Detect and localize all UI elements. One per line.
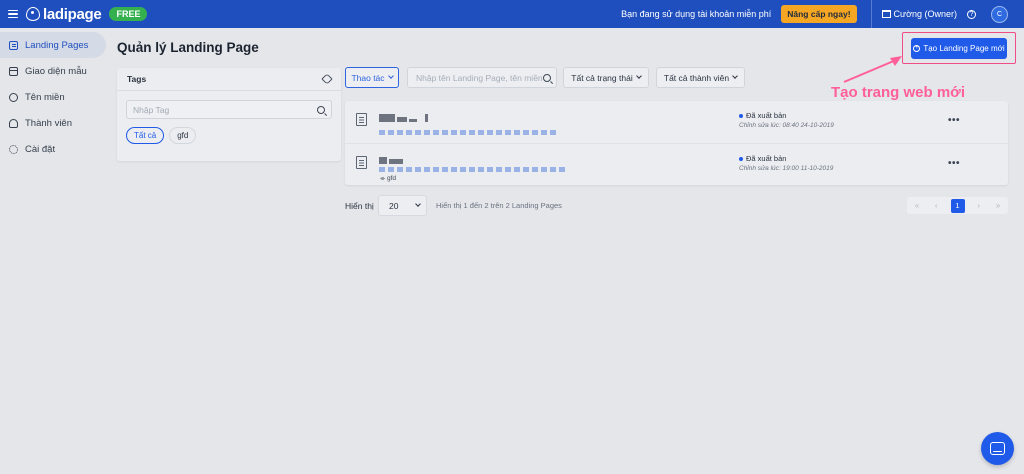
document-icon — [356, 156, 367, 169]
chevron-down-icon — [387, 73, 394, 79]
upgrade-button[interactable]: Nâng cấp ngay! — [781, 5, 857, 23]
help-icon[interactable]: ? — [967, 9, 976, 19]
document-icon — [356, 113, 367, 126]
create-button-highlight: + Tạo Landing Page mới — [902, 32, 1016, 64]
per-page-label: Hiển thị — [345, 201, 374, 211]
member-filter-dropdown[interactable]: Tất cả thành viên — [656, 67, 745, 88]
redacted-title — [379, 110, 430, 122]
top-bar: ladipage FREE Bạn đang sử dụng tài khoản… — [0, 0, 1024, 28]
tag-pills: Tất cả gfd — [126, 127, 332, 144]
status-label: Đã xuất bản — [746, 154, 787, 163]
actions-dropdown[interactable]: Thao tác — [345, 67, 399, 88]
sidebar-item-domains[interactable]: Tên miền — [0, 84, 110, 110]
logo-text: ladipage — [43, 5, 102, 23]
status-dot — [739, 113, 743, 118]
chevron-down-icon — [635, 73, 642, 79]
row-tag: ⌯ gfd — [380, 175, 397, 182]
chevron-down-icon — [732, 73, 738, 79]
sidebar-item-templates[interactable]: Giao diện mẫu — [0, 58, 110, 84]
sidebar-item-label: Cài đặt — [25, 143, 56, 155]
row-tag-label: gfd — [387, 175, 397, 182]
user-icon — [9, 118, 18, 128]
tags-panel: Tags Nhập Tag Tất cả gfd — [117, 68, 341, 161]
status-label: Đã xuất bản — [746, 111, 787, 120]
sidebar-item-label: Thành viên — [25, 117, 73, 129]
chat-icon — [990, 442, 1005, 455]
pagination: « ‹ 1 › » — [907, 197, 1008, 214]
page-button-current[interactable]: 1 — [950, 198, 965, 213]
logo[interactable]: ladipage — [26, 5, 102, 23]
menu-icon[interactable] — [8, 10, 18, 18]
next-page-button[interactable]: › — [974, 201, 984, 210]
create-button-label: Tạo Landing Page mới — [923, 43, 1005, 53]
tag-pill-all[interactable]: Tất cả — [126, 127, 165, 144]
status-filter-dropdown[interactable]: Tất cả trạng thái — [563, 67, 649, 88]
status-dot — [739, 156, 743, 161]
per-page-select[interactable]: 20 — [378, 195, 427, 216]
sidebar-item-members[interactable]: Thành viên — [0, 110, 110, 136]
free-account-notice: Bạn đang sử dụng tài khoản miễn phí — [621, 9, 772, 19]
tags-header: Tags — [117, 68, 341, 91]
last-page-button[interactable]: » — [993, 201, 1003, 210]
more-options-icon[interactable]: ••• — [948, 158, 960, 169]
rocket-logo-icon — [26, 7, 40, 21]
list-item[interactable]: ⌯ gfd Đã xuất bản Chỉnh sửa lúc: 19:00 1… — [345, 143, 1008, 185]
status-badge: Đã xuất bản — [739, 111, 786, 120]
tag-search-placeholder: Nhập Tag — [133, 104, 170, 115]
redacted-url — [379, 126, 559, 135]
tag-pill-gfd[interactable]: gfd — [169, 127, 197, 144]
sidebar-item-label: Landing Pages — [25, 39, 89, 51]
sidebar-item-label: Tên miền — [25, 91, 65, 103]
more-options-icon[interactable]: ••• — [948, 115, 960, 126]
create-landing-page-button[interactable]: + Tạo Landing Page mới — [911, 37, 1007, 59]
member-filter-label: Tất cả thành viên — [663, 72, 730, 83]
per-page-value: 20 — [389, 200, 399, 211]
sidebar: Landing Pages Giao diện mẫu Tên miền Thà… — [0, 28, 110, 474]
actions-label: Thao tác — [351, 72, 385, 83]
chat-widget-button[interactable] — [981, 432, 1014, 465]
redacted-url — [379, 163, 568, 172]
account-menu[interactable]: Cường (Owner) — [881, 9, 957, 19]
search-icon[interactable] — [317, 105, 325, 114]
edited-time: Chỉnh sửa lúc: 08:40 24-10-2019 — [739, 122, 834, 129]
plus-circle-icon: + — [913, 44, 921, 52]
store-icon — [881, 10, 891, 18]
tag-search-input[interactable]: Nhập Tag — [126, 100, 332, 119]
page-title: Quản lý Landing Page — [117, 40, 259, 55]
tag-icon[interactable] — [321, 73, 333, 85]
account-label: Cường (Owner) — [893, 9, 957, 19]
prev-page-button[interactable]: ‹ — [931, 201, 941, 210]
search-placeholder: Nhập tên Landing Page, tên miền — [416, 72, 543, 83]
pagination-info: Hiển thị 1 đến 2 trên 2 Landing Pages — [436, 201, 562, 210]
edited-time: Chỉnh sửa lúc: 19:00 11-10-2019 — [739, 165, 834, 172]
gear-icon — [9, 144, 18, 154]
divider — [870, 0, 872, 28]
sidebar-item-settings[interactable]: Cài đặt — [0, 136, 110, 162]
chevron-down-icon — [415, 201, 421, 207]
list-item[interactable]: Đã xuất bản Chỉnh sửa lúc: 08:40 24-10-2… — [345, 101, 1008, 143]
redacted-title — [379, 152, 405, 164]
tags-heading: Tags — [127, 74, 147, 84]
sidebar-item-landing-pages[interactable]: Landing Pages — [0, 32, 106, 58]
page-icon — [9, 40, 18, 50]
annotation-text: Tạo trang web mới — [831, 84, 966, 101]
search-icon[interactable] — [543, 73, 551, 82]
annotation-arrow — [843, 56, 902, 83]
sidebar-item-label: Giao diện mẫu — [25, 65, 87, 77]
plan-badge: FREE — [109, 7, 148, 21]
status-badge: Đã xuất bản — [739, 154, 786, 163]
landing-page-list: Đã xuất bản Chỉnh sửa lúc: 08:40 24-10-2… — [345, 101, 1008, 185]
first-page-button[interactable]: « — [912, 201, 922, 210]
globe-icon — [9, 92, 18, 102]
status-filter-label: Tất cả trạng thái — [571, 72, 633, 83]
search-input[interactable]: Nhập tên Landing Page, tên miền — [407, 67, 557, 88]
avatar[interactable]: C — [991, 5, 1008, 23]
template-icon — [9, 66, 18, 76]
